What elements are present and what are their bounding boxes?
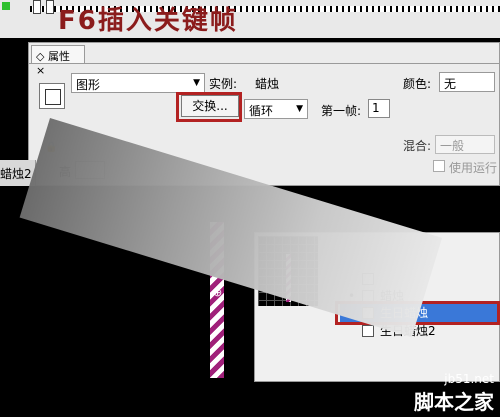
symbol-type-value: 图形 <box>76 78 101 92</box>
tab-divider <box>29 63 499 64</box>
instance-label: 实例: <box>209 77 238 91</box>
tab-properties[interactable]: ◇ 属性 × <box>31 45 85 77</box>
layer-color-icon <box>2 2 10 10</box>
instance-name: 蜡烛 <box>255 77 280 91</box>
timeline[interactable]: F6插入关键帧 <box>0 0 500 38</box>
keyframe-icon[interactable] <box>33 0 41 14</box>
watermark-brand: 脚本之家 <box>414 390 494 414</box>
graphic-symbol-icon <box>39 83 65 109</box>
first-frame-label: 第一帧: <box>321 104 362 118</box>
tutorial-caption: F6插入关键帧 <box>58 6 238 36</box>
blend-select[interactable]: 一般 <box>435 135 495 154</box>
layer-name: 蜡烛2 <box>0 167 32 181</box>
loop-value: 循环 <box>249 104 274 118</box>
chevron-down-icon: ▼ <box>296 104 303 114</box>
swap-highlight-box <box>176 92 242 122</box>
watermark: jb51.net 脚本之家 <box>414 372 494 415</box>
graphic-symbol-icon <box>362 325 374 337</box>
tab-properties-label: 属性 <box>47 50 70 63</box>
keyframe-icon[interactable] <box>46 0 54 14</box>
color-label: 颜色: <box>403 77 432 91</box>
color-select[interactable]: 无 <box>439 72 495 92</box>
watermark-url: jb51.net <box>444 372 494 386</box>
blend-label: 混合: <box>403 139 432 153</box>
chevron-down-icon: ▼ <box>193 78 200 88</box>
runtime-bitmap-checkbox[interactable] <box>433 160 445 172</box>
loop-select[interactable]: 循环 ▼ <box>244 99 308 119</box>
runtime-bitmap-label: 使用运行 <box>449 161 498 175</box>
symbol-type-select[interactable]: 图形 ▼ <box>71 73 205 93</box>
first-frame-input[interactable]: 1 <box>368 99 390 118</box>
registration-point-icon: ⊕ <box>213 286 223 299</box>
